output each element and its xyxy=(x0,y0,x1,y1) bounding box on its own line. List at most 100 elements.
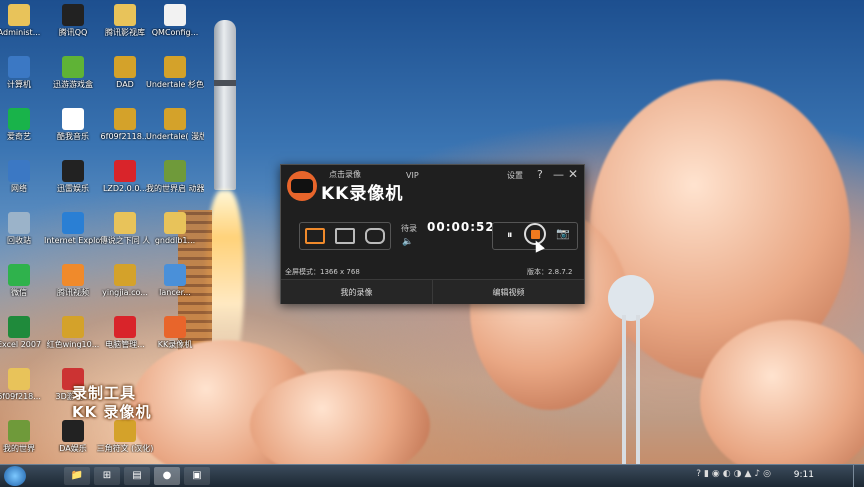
desktop-icon[interactable]: Internet Explorer xyxy=(44,212,102,245)
archive-icon xyxy=(114,420,136,442)
overlay-caption: 录制工具 KK 录像机 xyxy=(72,384,151,422)
desktop-icon[interactable]: KK录像机 xyxy=(146,316,204,349)
iqiyi-icon xyxy=(8,108,30,130)
desktop-icon[interactable]: Undertale 杉色版（... xyxy=(146,56,204,89)
game-mode-icon[interactable] xyxy=(365,228,385,244)
desktop-icon[interactable]: 网络 xyxy=(0,160,48,193)
stop-icon xyxy=(530,229,540,239)
desktop-icon-label: lancer... xyxy=(159,288,191,297)
game-icon xyxy=(62,420,84,442)
system-tray[interactable]: ?▮◉◐◑▲♪◎ xyxy=(696,469,774,479)
archive-icon xyxy=(114,264,136,286)
desktop-icon[interactable]: 6f09f218... xyxy=(0,368,48,401)
desktop-icon[interactable]: Excel 2007 xyxy=(0,316,48,349)
mode-info: 全屏模式：1366 x 768 xyxy=(285,268,360,276)
taskbar-app-button[interactable]: ▤ xyxy=(124,467,150,485)
desktop-icon-label: 腾讯QQ xyxy=(58,28,88,37)
app-red-icon xyxy=(114,160,136,182)
overlay-line1: 录制工具 xyxy=(72,384,137,402)
start-button[interactable] xyxy=(4,466,26,486)
desktop-icon-label: Undertale 杉色版（... xyxy=(146,80,204,89)
desktop-icon[interactable]: gnddlb1... xyxy=(146,212,204,245)
show-desktop-button[interactable] xyxy=(853,465,864,487)
desktop-icon[interactable]: 爱奇艺 xyxy=(0,108,48,141)
desktop-icon-label: 回收站 xyxy=(7,236,31,245)
desktop-icon-label: 我的世界启 动器 xyxy=(146,184,204,193)
desktop-icon[interactable]: 微信 xyxy=(0,264,48,297)
desktop-icon-label: 微信 xyxy=(11,288,27,297)
desktop-icon[interactable]: 迅雷娱乐 xyxy=(44,160,102,193)
desktop-icon[interactable]: 三角符文 (汉化) xyxy=(96,420,154,453)
taskbar-app-button[interactable]: ⊞ xyxy=(94,467,120,485)
desktop-icon[interactable]: 迅游游戏盒 xyxy=(44,56,102,89)
volume-icon[interactable]: 🔈 xyxy=(402,237,413,247)
app-red-icon xyxy=(114,316,136,338)
kk-logo-icon xyxy=(287,171,317,201)
archive-icon xyxy=(164,264,186,286)
desktop-icon[interactable]: 我的世界 xyxy=(0,420,48,453)
desktop-icon[interactable]: 腾讯QQ xyxy=(44,4,102,37)
desktop-icon-label: 我的世界 xyxy=(3,444,35,453)
desktop-icon-label: DA娱乐 xyxy=(59,444,87,453)
taskbar-app-button[interactable]: ● xyxy=(154,467,180,485)
desktop-icon-label: 三角符文 (汉化) xyxy=(96,444,154,453)
tab-edit-video[interactable]: 编辑视频 xyxy=(432,280,584,304)
desktop-icon[interactable]: Undertale( 漫版) xyxy=(146,108,204,141)
kuwo-music-icon xyxy=(62,108,84,130)
desktop-icon-label: Excel 2007 xyxy=(0,340,42,349)
desktop-icon-label: KK录像机 xyxy=(157,340,193,349)
folder-icon xyxy=(114,4,136,26)
rocket-band xyxy=(214,80,236,86)
folder-icon xyxy=(8,368,30,390)
wechat-icon xyxy=(8,264,30,286)
fullscreen-mode-icon[interactable] xyxy=(305,228,325,244)
file-icon xyxy=(164,4,186,26)
vip-link[interactable]: VIP xyxy=(406,171,419,180)
desktop-icon-label: 迅雷娱乐 xyxy=(57,184,89,193)
computer-icon xyxy=(8,56,30,78)
version-label: 版本：2.8.7.2 xyxy=(527,268,573,276)
desktop-icon-label: 6f09f218... xyxy=(0,392,41,401)
desktop-icon-label: Administ... xyxy=(0,28,41,37)
kk-recorder-window: 点击录像 KK录像机 VIP 设置 ? — ✕ 待录 🔈 00:00:52 ⏸ … xyxy=(280,164,585,304)
status-label: 待录 xyxy=(401,224,417,233)
desktop-icon[interactable]: Administ... xyxy=(0,4,48,37)
desktop-icon[interactable]: DA娱乐 xyxy=(44,420,102,453)
desktop-icon-label: 腾讯视频 xyxy=(57,288,89,297)
folder-icon xyxy=(114,212,136,234)
desktop-icon-label: 红色wing10... xyxy=(46,340,100,349)
excel-icon xyxy=(8,316,30,338)
close-button[interactable]: ✕ xyxy=(568,167,578,181)
desktop-icon[interactable]: QMConfig... xyxy=(146,4,204,37)
archive-icon xyxy=(164,56,186,78)
desktop-icon-label: QMConfig... xyxy=(151,28,199,37)
desktop-icon[interactable]: 计算机 xyxy=(0,56,48,89)
app-title: KK录像机 xyxy=(321,184,404,204)
desktop-icon[interactable]: 回收站 xyxy=(0,212,48,245)
taskbar-app-button[interactable]: ▣ xyxy=(184,467,210,485)
tab-my-videos[interactable]: 我的录像 xyxy=(281,280,432,304)
region-mode-icon[interactable] xyxy=(335,228,355,244)
minecraft-icon xyxy=(8,420,30,442)
game-icon xyxy=(62,160,84,182)
qq-penguin-icon xyxy=(62,4,84,26)
bottom-tabs: 我的录像 编辑视频 xyxy=(281,279,584,304)
minecraft-icon xyxy=(164,160,186,182)
taskbar-clock[interactable]: 9:11 xyxy=(794,470,814,480)
pause-icon[interactable]: ⏸ xyxy=(507,228,513,242)
help-button[interactable]: ? xyxy=(537,168,543,181)
taskbar: 📁 ⊞ ▤ ● ▣ ?▮◉◐◑▲♪◎ 9:11 xyxy=(0,464,864,487)
minimize-button[interactable]: — xyxy=(553,168,564,181)
desktop-icon[interactable]: 酷我音乐 xyxy=(44,108,102,141)
recycle-bin-icon xyxy=(8,212,30,234)
desktop-icon[interactable]: 红色wing10... xyxy=(44,316,102,349)
water-tower xyxy=(608,275,654,465)
screenshot-camera-icon[interactable]: 📷 xyxy=(556,227,570,240)
desktop-icon[interactable]: 我的世界启 动器 xyxy=(146,160,204,193)
archive-icon xyxy=(114,108,136,130)
desktop-icon[interactable]: lancer... xyxy=(146,264,204,297)
desktop-icon-label: Internet Explorer xyxy=(44,236,102,245)
taskbar-app-button[interactable]: 📁 xyxy=(64,467,90,485)
settings-button[interactable]: 设置 xyxy=(507,170,523,181)
desktop-icon[interactable]: 腾讯视频 xyxy=(44,264,102,297)
